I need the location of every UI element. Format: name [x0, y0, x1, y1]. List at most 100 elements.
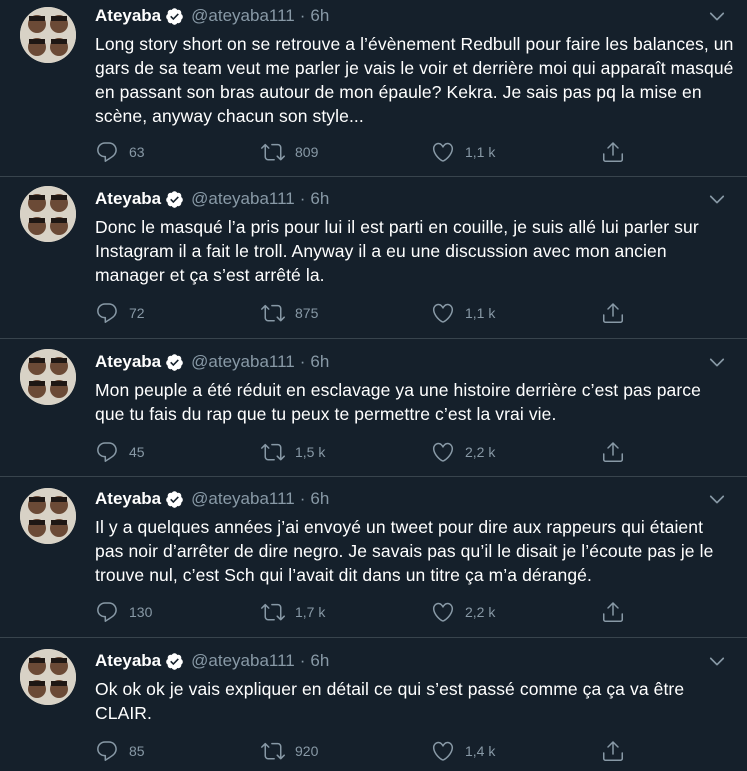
tweet-text: Long story short on se retrouve a l’évèn…: [95, 34, 734, 126]
tweet-actions: 45 1,5 k 2,2 k: [95, 439, 635, 465]
reply-button[interactable]: 45: [95, 439, 145, 465]
retweet-icon: [261, 143, 285, 161]
retweet-button[interactable]: 1,7 k: [261, 599, 325, 625]
chevron-down-icon[interactable]: [707, 189, 727, 209]
verified-badge-icon: [166, 190, 183, 208]
tweet-feed: Ateyaba @ateyaba111 · 6h Long story shor…: [0, 0, 747, 771]
like-button[interactable]: 1,1 k: [431, 300, 495, 326]
retweet-icon: [261, 304, 285, 322]
share-button[interactable]: [601, 439, 625, 465]
retweet-count: 875: [295, 305, 319, 321]
separator-dot: ·: [299, 189, 306, 208]
user-handle[interactable]: @ateyaba111: [191, 489, 295, 509]
share-icon: [603, 442, 623, 462]
retweet-button[interactable]: 809: [261, 139, 318, 165]
user-handle[interactable]: @ateyaba111: [191, 6, 295, 26]
chevron-down-icon[interactable]: [707, 6, 727, 26]
like-count: 2,2 k: [465, 604, 496, 620]
chevron-down-icon[interactable]: [707, 651, 727, 671]
timestamp[interactable]: 6h: [310, 352, 329, 372]
heart-icon: [432, 303, 454, 323]
reply-icon: [97, 442, 117, 462]
reply-button[interactable]: 130: [95, 599, 152, 625]
retweet-button[interactable]: 875: [261, 300, 318, 326]
retweet-count: 809: [295, 144, 319, 160]
user-handle[interactable]: @ateyaba111: [191, 352, 295, 372]
verified-badge-icon: [166, 7, 183, 25]
share-button[interactable]: [601, 599, 625, 625]
reply-icon: [97, 602, 117, 622]
like-button[interactable]: 1,4 k: [431, 738, 495, 764]
share-button[interactable]: [601, 738, 625, 764]
tweet[interactable]: Ateyaba @ateyaba111 · 6h Mon peuple a ét…: [0, 339, 747, 477]
retweet-icon: [261, 742, 285, 760]
tweet[interactable]: Ateyaba @ateyaba111 · 6h Ok ok ok je vai…: [0, 638, 747, 771]
heart-icon: [432, 741, 454, 761]
display-name[interactable]: Ateyaba: [95, 651, 161, 671]
reply-count: 85: [129, 743, 145, 759]
separator-dot: ·: [299, 651, 306, 670]
timestamp[interactable]: 6h: [310, 489, 329, 509]
retweet-count: 1,7 k: [295, 604, 326, 620]
reply-button[interactable]: 85: [95, 738, 145, 764]
like-button[interactable]: 2,2 k: [431, 599, 495, 625]
like-count: 1,1 k: [465, 305, 496, 321]
share-icon: [603, 303, 623, 323]
reply-count: 130: [129, 604, 153, 620]
avatar[interactable]: [20, 186, 76, 242]
display-name[interactable]: Ateyaba: [95, 489, 161, 509]
tweet[interactable]: Ateyaba @ateyaba111 · 6h Donc le masqué …: [0, 177, 747, 339]
display-name[interactable]: Ateyaba: [95, 352, 161, 372]
verified-badge-icon: [166, 652, 183, 670]
reply-button[interactable]: 72: [95, 300, 145, 326]
user-handle[interactable]: @ateyaba111: [191, 651, 295, 671]
share-button[interactable]: [601, 139, 625, 165]
avatar[interactable]: [20, 349, 76, 405]
like-count: 2,2 k: [465, 444, 496, 460]
retweet-button[interactable]: 920: [261, 738, 318, 764]
avatar[interactable]: [20, 7, 76, 63]
tweet[interactable]: Ateyaba @ateyaba111 · 6h Il y a quelques…: [0, 477, 747, 638]
timestamp[interactable]: 6h: [310, 189, 329, 209]
share-icon: [603, 142, 623, 162]
tweet-actions: 72 875 1,1 k: [95, 300, 635, 326]
reply-count: 63: [129, 144, 145, 160]
heart-icon: [432, 142, 454, 162]
avatar[interactable]: [20, 488, 76, 544]
avatar[interactable]: [20, 649, 76, 705]
like-button[interactable]: 2,2 k: [431, 439, 495, 465]
tweet-text: Mon peuple a été réduit en esclavage ya …: [95, 380, 701, 424]
separator-dot: ·: [299, 352, 306, 371]
tweet[interactable]: Ateyaba @ateyaba111 · 6h Long story shor…: [0, 0, 747, 177]
tweet-header: Ateyaba @ateyaba111 · 6h: [95, 651, 727, 671]
separator-dot: ·: [299, 489, 306, 508]
retweet-icon: [261, 603, 285, 621]
tweet-text: Ok ok ok je vais expliquer en détail ce …: [95, 679, 685, 723]
display-name[interactable]: Ateyaba: [95, 6, 161, 26]
tweet-actions: 85 920 1,4 k: [95, 738, 635, 764]
heart-icon: [432, 602, 454, 622]
separator-dot: ·: [299, 6, 306, 25]
share-button[interactable]: [601, 300, 625, 326]
reply-count: 45: [129, 444, 145, 460]
reply-icon: [97, 741, 117, 761]
share-icon: [603, 741, 623, 761]
share-icon: [603, 602, 623, 622]
user-handle[interactable]: @ateyaba111: [191, 189, 295, 209]
retweet-button[interactable]: 1,5 k: [261, 439, 325, 465]
chevron-down-icon[interactable]: [707, 489, 727, 509]
tweet-header: Ateyaba @ateyaba111 · 6h: [95, 189, 727, 209]
tweet-actions: 130 1,7 k 2,2 k: [95, 599, 635, 625]
chevron-down-icon[interactable]: [707, 352, 727, 372]
verified-badge-icon: [166, 490, 183, 508]
reply-button[interactable]: 63: [95, 139, 145, 165]
like-button[interactable]: 1,1 k: [431, 139, 495, 165]
display-name[interactable]: Ateyaba: [95, 189, 161, 209]
reply-count: 72: [129, 305, 145, 321]
timestamp[interactable]: 6h: [310, 6, 329, 26]
heart-icon: [432, 442, 454, 462]
tweet-actions: 63 809 1,1 k: [95, 139, 635, 165]
tweet-header: Ateyaba @ateyaba111 · 6h: [95, 6, 727, 26]
timestamp[interactable]: 6h: [310, 651, 329, 671]
tweet-header: Ateyaba @ateyaba111 · 6h: [95, 352, 727, 372]
